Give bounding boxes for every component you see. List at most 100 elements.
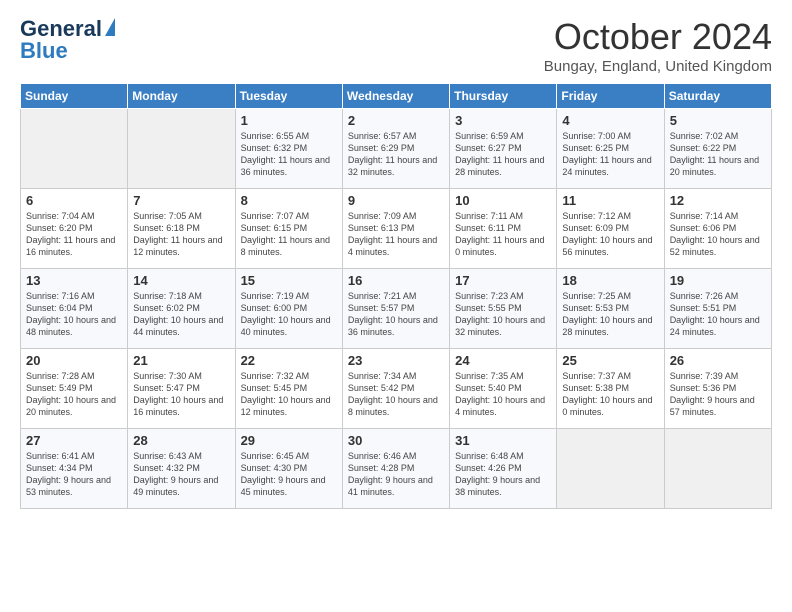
- header-day-friday: Friday: [557, 84, 664, 109]
- week-row-5: 27 Sunrise: 6:41 AMSunset: 4:34 PMDayligh…: [21, 429, 772, 509]
- day-info: Sunrise: 6:41 AMSunset: 4:34 PMDaylight:…: [26, 450, 122, 499]
- week-row-2: 6 Sunrise: 7:04 AMSunset: 6:20 PMDaylight…: [21, 189, 772, 269]
- day-number: 22: [241, 353, 337, 368]
- day-info: Sunrise: 6:57 AMSunset: 6:29 PMDaylight:…: [348, 130, 444, 179]
- day-number: 3: [455, 113, 551, 128]
- calendar-cell: 8 Sunrise: 7:07 AMSunset: 6:15 PMDaylight…: [235, 189, 342, 269]
- day-info: Sunrise: 7:23 AMSunset: 5:55 PMDaylight:…: [455, 290, 551, 339]
- day-number: 10: [455, 193, 551, 208]
- day-info: Sunrise: 6:55 AMSunset: 6:32 PMDaylight:…: [241, 130, 337, 179]
- calendar-cell: 25Sunrise: 7:37 AMSunset: 5:38 PMDayligh…: [557, 349, 664, 429]
- calendar-cell: 24 Sunrise: 7:35 AMSunset: 5:40 PMDayligh…: [450, 349, 557, 429]
- day-number: 24: [455, 353, 551, 368]
- header-row: SundayMondayTuesdayWednesdayThursdayFrid…: [21, 84, 772, 109]
- calendar-cell: 22 Sunrise: 7:32 AMSunset: 5:45 PMDayligh…: [235, 349, 342, 429]
- month-title: October 2024: [544, 16, 772, 58]
- calendar-cell: 3 Sunrise: 6:59 AMSunset: 6:27 PMDaylight…: [450, 109, 557, 189]
- calendar-cell: 18Sunrise: 7:25 AMSunset: 5:53 PMDayligh…: [557, 269, 664, 349]
- calendar-cell: 31Sunrise: 6:48 AMSunset: 4:26 PMDayligh…: [450, 429, 557, 509]
- calendar-table: SundayMondayTuesdayWednesdayThursdayFrid…: [20, 83, 772, 509]
- day-info: Sunrise: 7:09 AMSunset: 6:13 PMDaylight:…: [348, 210, 444, 259]
- day-info: Sunrise: 6:43 AMSunset: 4:32 PMDaylight:…: [133, 450, 229, 499]
- header-day-wednesday: Wednesday: [342, 84, 449, 109]
- day-info: Sunrise: 7:37 AMSunset: 5:38 PMDaylight:…: [562, 370, 658, 419]
- calendar-cell: 30Sunrise: 6:46 AMSunset: 4:28 PMDayligh…: [342, 429, 449, 509]
- location-text: Bungay, England, United Kingdom: [544, 58, 772, 75]
- header-day-saturday: Saturday: [664, 84, 771, 109]
- calendar-cell: 29 Sunrise: 6:45 AMSunset: 4:30 PMDayligh…: [235, 429, 342, 509]
- day-number: 13: [26, 273, 122, 288]
- day-number: 26: [670, 353, 766, 368]
- day-number: 29: [241, 433, 337, 448]
- calendar-cell: 10 Sunrise: 7:11 AMSunset: 6:11 PMDayligh…: [450, 189, 557, 269]
- day-number: 8: [241, 193, 337, 208]
- day-number: 16: [348, 273, 444, 288]
- calendar-cell: 21Sunrise: 7:30 AMSunset: 5:47 PMDayligh…: [128, 349, 235, 429]
- calendar-cell: 14 Sunrise: 7:18 AMSunset: 6:02 PMDayligh…: [128, 269, 235, 349]
- calendar-cell: 4 Sunrise: 7:00 AMSunset: 6:25 PMDaylight…: [557, 109, 664, 189]
- calendar-cell: 5Sunrise: 7:02 AMSunset: 6:22 PMDaylight…: [664, 109, 771, 189]
- calendar-cell: 15 Sunrise: 7:19 AMSunset: 6:00 PMDayligh…: [235, 269, 342, 349]
- day-number: 15: [241, 273, 337, 288]
- day-number: 2: [348, 113, 444, 128]
- calendar-cell: 1 Sunrise: 6:55 AMSunset: 6:32 PMDaylight…: [235, 109, 342, 189]
- day-info: Sunrise: 7:00 AMSunset: 6:25 PMDaylight:…: [562, 130, 658, 179]
- day-number: 28: [133, 433, 229, 448]
- day-number: 12: [670, 193, 766, 208]
- logo-triangle-icon: [105, 18, 115, 36]
- day-number: 4: [562, 113, 658, 128]
- calendar-cell: 16Sunrise: 7:21 AMSunset: 5:57 PMDayligh…: [342, 269, 449, 349]
- page: General Blue October 2024 Bungay, Englan…: [0, 0, 792, 525]
- calendar-cell: 12 Sunrise: 7:14 AMSunset: 6:06 PMDayligh…: [664, 189, 771, 269]
- calendar-cell: 2 Sunrise: 6:57 AMSunset: 6:29 PMDaylight…: [342, 109, 449, 189]
- day-info: Sunrise: 7:28 AMSunset: 5:49 PMDaylight:…: [26, 370, 122, 419]
- calendar-cell: 7 Sunrise: 7:05 AMSunset: 6:18 PMDaylight…: [128, 189, 235, 269]
- day-info: Sunrise: 7:18 AMSunset: 6:02 PMDaylight:…: [133, 290, 229, 339]
- day-number: 27: [26, 433, 122, 448]
- calendar-cell: 20 Sunrise: 7:28 AMSunset: 5:49 PMDayligh…: [21, 349, 128, 429]
- week-row-1: 1 Sunrise: 6:55 AMSunset: 6:32 PMDaylight…: [21, 109, 772, 189]
- day-info: Sunrise: 7:07 AMSunset: 6:15 PMDaylight:…: [241, 210, 337, 259]
- day-number: 20: [26, 353, 122, 368]
- calendar-cell: 9 Sunrise: 7:09 AMSunset: 6:13 PMDaylight…: [342, 189, 449, 269]
- day-number: 11: [562, 193, 658, 208]
- week-row-4: 20 Sunrise: 7:28 AMSunset: 5:49 PMDayligh…: [21, 349, 772, 429]
- calendar-cell: [664, 429, 771, 509]
- day-info: Sunrise: 7:19 AMSunset: 6:00 PMDaylight:…: [241, 290, 337, 339]
- day-info: Sunrise: 6:46 AMSunset: 4:28 PMDaylight:…: [348, 450, 444, 499]
- day-number: 31: [455, 433, 551, 448]
- day-number: 5: [670, 113, 766, 128]
- day-info: Sunrise: 7:30 AMSunset: 5:47 PMDaylight:…: [133, 370, 229, 419]
- day-number: 1: [241, 113, 337, 128]
- day-number: 7: [133, 193, 229, 208]
- day-info: Sunrise: 7:11 AMSunset: 6:11 PMDaylight:…: [455, 210, 551, 259]
- week-row-3: 13 Sunrise: 7:16 AMSunset: 6:04 PMDayligh…: [21, 269, 772, 349]
- day-number: 18: [562, 273, 658, 288]
- calendar-cell: 26 Sunrise: 7:39 AMSunset: 5:36 PMDayligh…: [664, 349, 771, 429]
- day-number: 14: [133, 273, 229, 288]
- day-info: Sunrise: 6:59 AMSunset: 6:27 PMDaylight:…: [455, 130, 551, 179]
- day-info: Sunrise: 7:35 AMSunset: 5:40 PMDaylight:…: [455, 370, 551, 419]
- calendar-cell: 13 Sunrise: 7:16 AMSunset: 6:04 PMDayligh…: [21, 269, 128, 349]
- calendar-cell: 19Sunrise: 7:26 AMSunset: 5:51 PMDayligh…: [664, 269, 771, 349]
- logo-blue-text: Blue: [20, 38, 68, 64]
- calendar-cell: 6 Sunrise: 7:04 AMSunset: 6:20 PMDaylight…: [21, 189, 128, 269]
- day-info: Sunrise: 7:05 AMSunset: 6:18 PMDaylight:…: [133, 210, 229, 259]
- day-info: Sunrise: 7:34 AMSunset: 5:42 PMDaylight:…: [348, 370, 444, 419]
- header-day-monday: Monday: [128, 84, 235, 109]
- day-info: Sunrise: 6:45 AMSunset: 4:30 PMDaylight:…: [241, 450, 337, 499]
- day-info: Sunrise: 7:32 AMSunset: 5:45 PMDaylight:…: [241, 370, 337, 419]
- day-info: Sunrise: 7:12 AMSunset: 6:09 PMDaylight:…: [562, 210, 658, 259]
- calendar-cell: 11 Sunrise: 7:12 AMSunset: 6:09 PMDayligh…: [557, 189, 664, 269]
- day-info: Sunrise: 7:39 AMSunset: 5:36 PMDaylight:…: [670, 370, 766, 419]
- day-number: 17: [455, 273, 551, 288]
- day-number: 9: [348, 193, 444, 208]
- day-info: Sunrise: 7:14 AMSunset: 6:06 PMDaylight:…: [670, 210, 766, 259]
- day-info: Sunrise: 7:04 AMSunset: 6:20 PMDaylight:…: [26, 210, 122, 259]
- day-number: 6: [26, 193, 122, 208]
- calendar-cell: [128, 109, 235, 189]
- calendar-cell: [21, 109, 128, 189]
- day-info: Sunrise: 7:16 AMSunset: 6:04 PMDaylight:…: [26, 290, 122, 339]
- day-number: 19: [670, 273, 766, 288]
- header-day-thursday: Thursday: [450, 84, 557, 109]
